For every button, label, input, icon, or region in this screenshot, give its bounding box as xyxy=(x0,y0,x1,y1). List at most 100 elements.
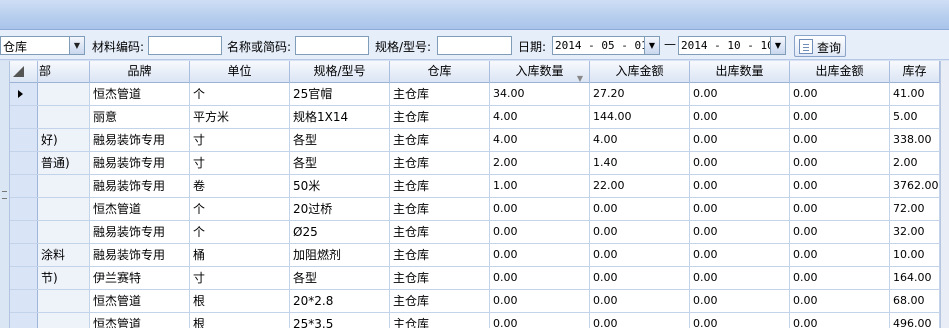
cell-out-amount[interactable]: 0.00 xyxy=(790,290,890,312)
cell-in-qty[interactable]: 2.00 xyxy=(490,152,590,174)
cell-category[interactable]: 好) xyxy=(38,129,90,151)
cell-in-amount[interactable]: 4.00 xyxy=(590,129,690,151)
cell-out-amount[interactable]: 0.00 xyxy=(790,313,890,328)
vertical-scrollbar[interactable] xyxy=(940,61,949,328)
cell-spec[interactable]: 25*3.5 xyxy=(290,313,390,328)
cell-unit[interactable]: 根 xyxy=(190,313,290,328)
cell-unit[interactable]: 个 xyxy=(190,83,290,105)
cell-out-qty[interactable]: 0.00 xyxy=(690,152,790,174)
table-row[interactable]: 融易装饰专用卷 50米 主仓库 1.00 22.00 0.00 0.00 3762.00 xyxy=(10,175,940,198)
cell-out-qty[interactable]: 0.00 xyxy=(690,175,790,197)
cell-unit[interactable]: 寸 xyxy=(190,152,290,174)
cell-category[interactable] xyxy=(38,290,90,312)
cell-spec[interactable]: 加阻燃剂 xyxy=(290,244,390,266)
col-header-spec[interactable]: 规格/型号 xyxy=(290,61,390,83)
cell-warehouse[interactable]: 主仓库 xyxy=(390,221,490,243)
cell-out-qty[interactable]: 0.00 xyxy=(690,83,790,105)
cell-in-qty[interactable]: 4.00 xyxy=(490,129,590,151)
cell-stock[interactable]: 164.00 xyxy=(890,267,940,289)
row-selector[interactable] xyxy=(10,267,38,289)
cell-out-amount[interactable]: 0.00 xyxy=(790,267,890,289)
chevron-down-icon[interactable]: ▼ xyxy=(69,37,84,54)
cell-warehouse[interactable]: 主仓库 xyxy=(390,267,490,289)
cell-unit[interactable]: 平方米 xyxy=(190,106,290,128)
warehouse-select[interactable]: 仓库 ▼ xyxy=(0,36,85,55)
cell-stock[interactable]: 10.00 xyxy=(890,244,940,266)
cell-in-qty[interactable]: 0.00 xyxy=(490,267,590,289)
cell-out-amount[interactable]: 0.00 xyxy=(790,175,890,197)
cell-category[interactable] xyxy=(38,221,90,243)
cell-category[interactable]: 节) xyxy=(38,267,90,289)
cell-category[interactable] xyxy=(38,175,90,197)
cell-unit[interactable]: 个 xyxy=(190,198,290,220)
table-row[interactable]: 融易装饰专用个 Ø25 主仓库 0.00 0.00 0.00 0.00 32.00 xyxy=(10,221,940,244)
cell-brand[interactable]: 融易装饰专用 xyxy=(90,152,190,174)
cell-warehouse[interactable]: 主仓库 xyxy=(390,244,490,266)
row-selector[interactable] xyxy=(10,152,38,174)
cell-in-qty[interactable]: 4.00 xyxy=(490,106,590,128)
cell-spec[interactable]: 规格1X14 xyxy=(290,106,390,128)
cell-stock[interactable]: 2.00 xyxy=(890,152,940,174)
cell-category[interactable] xyxy=(38,106,90,128)
col-header-category[interactable]: 部 xyxy=(38,61,90,83)
query-button[interactable]: 查询 xyxy=(794,35,846,57)
cell-in-amount[interactable]: 0.00 xyxy=(590,244,690,266)
cell-out-qty[interactable]: 0.00 xyxy=(690,106,790,128)
cell-unit[interactable]: 寸 xyxy=(190,267,290,289)
cell-stock[interactable]: 68.00 xyxy=(890,290,940,312)
col-header-in-qty[interactable]: 入库数量 ▼ xyxy=(490,61,590,83)
cell-in-qty[interactable]: 1.00 xyxy=(490,175,590,197)
cell-brand[interactable]: 融易装饰专用 xyxy=(90,244,190,266)
cell-warehouse[interactable]: 主仓库 xyxy=(390,106,490,128)
cell-brand[interactable]: 融易装饰专用 xyxy=(90,221,190,243)
col-header-in-amount[interactable]: 入库金额 xyxy=(590,61,690,83)
cell-category[interactable]: 普通) xyxy=(38,152,90,174)
cell-warehouse[interactable]: 主仓库 xyxy=(390,290,490,312)
cell-stock[interactable]: 72.00 xyxy=(890,198,940,220)
cell-unit[interactable]: 根 xyxy=(190,290,290,312)
col-header-stock[interactable]: 库存 xyxy=(890,61,940,83)
cell-out-qty[interactable]: 0.00 xyxy=(690,290,790,312)
cell-spec[interactable]: 50米 xyxy=(290,175,390,197)
name-code-input[interactable] xyxy=(295,36,369,55)
cell-spec[interactable]: 各型 xyxy=(290,152,390,174)
table-row[interactable]: 恒杰管道个 25官帽 主仓库 34.00 27.20 0.00 0.00 41.00 xyxy=(10,83,940,106)
cell-unit[interactable]: 寸 xyxy=(190,129,290,151)
calendar-dropdown-icon[interactable]: ▼ xyxy=(770,37,785,54)
table-row[interactable]: 节) 伊兰赛特寸各型 主仓库 0.00 0.00 0.00 0.00 164.00 xyxy=(10,267,940,290)
row-selector[interactable] xyxy=(10,198,38,220)
cell-out-qty[interactable]: 0.00 xyxy=(690,313,790,328)
table-row[interactable]: 恒杰管道个 20过桥 主仓库 0.00 0.00 0.00 0.00 72.00 xyxy=(10,198,940,221)
cell-category[interactable] xyxy=(38,198,90,220)
cell-unit[interactable]: 卷 xyxy=(190,175,290,197)
left-splitter[interactable] xyxy=(0,61,10,328)
spec-input[interactable] xyxy=(437,36,512,55)
cell-brand[interactable]: 恒杰管道 xyxy=(90,313,190,328)
select-all-corner[interactable] xyxy=(10,61,38,83)
cell-out-amount[interactable]: 0.00 xyxy=(790,129,890,151)
cell-in-amount[interactable]: 0.00 xyxy=(590,221,690,243)
cell-unit[interactable]: 桶 xyxy=(190,244,290,266)
table-row[interactable]: 恒杰管道根 25*3.5 主仓库 0.00 0.00 0.00 0.00 496.00 xyxy=(10,313,940,328)
cell-spec[interactable]: 各型 xyxy=(290,267,390,289)
cell-warehouse[interactable]: 主仓库 xyxy=(390,152,490,174)
row-selector[interactable] xyxy=(10,175,38,197)
cell-in-amount[interactable]: 1.40 xyxy=(590,152,690,174)
col-header-out-amount[interactable]: 出库金额 xyxy=(790,61,890,83)
cell-in-qty[interactable]: 0.00 xyxy=(490,313,590,328)
cell-spec[interactable]: Ø25 xyxy=(290,221,390,243)
col-header-brand[interactable]: 品牌 xyxy=(90,61,190,83)
cell-spec[interactable]: 20*2.8 xyxy=(290,290,390,312)
table-row[interactable]: 好) 融易装饰专用寸各型 主仓库 4.00 4.00 0.00 0.00 338.00 xyxy=(10,129,940,152)
cell-brand[interactable]: 恒杰管道 xyxy=(90,198,190,220)
table-row[interactable]: 涂料 融易装饰专用桶加阻燃剂 主仓库 0.00 0.00 0.00 0.00 10.00 xyxy=(10,244,940,267)
cell-brand[interactable]: 融易装饰专用 xyxy=(90,175,190,197)
cell-in-amount[interactable]: 0.00 xyxy=(590,313,690,328)
cell-in-amount[interactable]: 22.00 xyxy=(590,175,690,197)
cell-brand[interactable]: 融易装饰专用 xyxy=(90,129,190,151)
cell-out-amount[interactable]: 0.00 xyxy=(790,198,890,220)
cell-warehouse[interactable]: 主仓库 xyxy=(390,313,490,328)
cell-unit[interactable]: 个 xyxy=(190,221,290,243)
cell-brand[interactable]: 丽意 xyxy=(90,106,190,128)
cell-in-amount[interactable]: 0.00 xyxy=(590,198,690,220)
